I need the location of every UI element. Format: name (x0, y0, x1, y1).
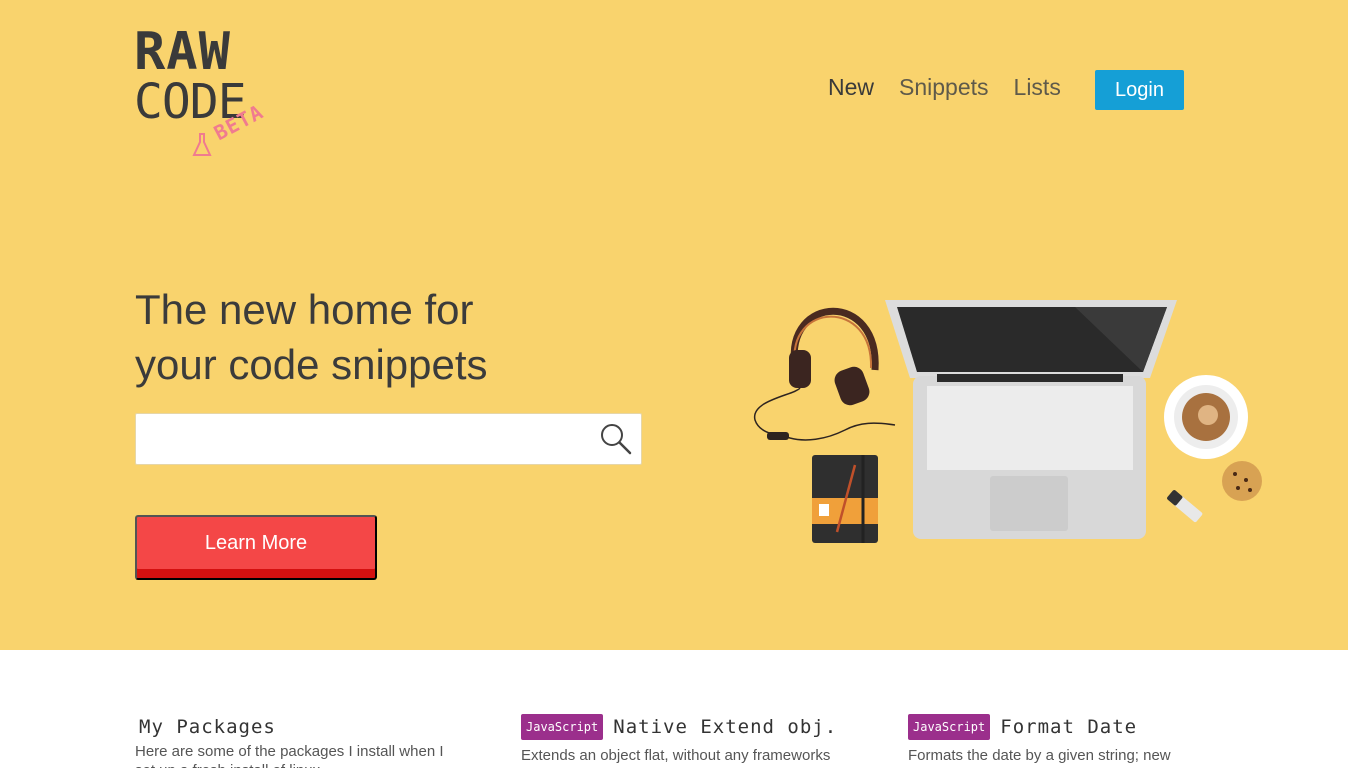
snippet-description: Extends an object flat, without any fram… (521, 747, 831, 768)
learn-more-button[interactable]: Learn More (135, 515, 377, 580)
logo-word-raw: RAW (134, 22, 231, 82)
coffee-cup-illustration (1164, 375, 1248, 459)
snippet-title-row: JavaScript Native Extend obj. (521, 712, 851, 742)
desk-illustration (754, 300, 1262, 543)
snippet-card[interactable]: JavaScript Format Date Formats the date … (908, 712, 1238, 768)
usb-stick-illustration (1167, 490, 1203, 523)
snippet-title[interactable]: Native Extend obj. (613, 716, 837, 738)
snippet-description: Here are some of the packages I install … (135, 743, 444, 768)
nav-item-new[interactable]: New (828, 74, 874, 101)
hero-section: RAW CODE BETA New Snippets Lists Login T… (0, 0, 1348, 650)
flask-icon (192, 133, 212, 156)
snippet-card[interactable]: JavaScript Native Extend obj. Extends an… (521, 712, 851, 768)
notebook-illustration (812, 455, 878, 543)
search-icon[interactable] (599, 422, 633, 456)
search-input[interactable] (136, 414, 576, 464)
hero-headline: The new home for your code snippets (135, 282, 655, 392)
headline-line-2: your code snippets (135, 341, 488, 388)
snippet-title[interactable]: Format Date (1000, 716, 1137, 738)
snippet-title[interactable]: My Packages (139, 716, 276, 738)
cookie-illustration (1222, 461, 1262, 501)
snippet-title-row: JavaScript Format Date (908, 712, 1238, 742)
language-badge: JavaScript (521, 714, 604, 740)
snippet-card[interactable]: My Packages Here are some of the package… (135, 712, 465, 768)
snippet-description: Formats the date by a given string; new … (908, 747, 1171, 768)
headphones-illustration (754, 307, 896, 441)
laptop-illustration (885, 300, 1177, 539)
headline-line-1: The new home for (135, 286, 474, 333)
raw-code-logo[interactable]: RAW CODE BETA (134, 26, 274, 166)
search-box (135, 413, 642, 465)
language-badge: JavaScript (908, 714, 991, 740)
nav-item-lists[interactable]: Lists (1014, 74, 1061, 101)
main-nav: New Snippets Lists (828, 74, 1086, 101)
nav-item-snippets[interactable]: Snippets (899, 74, 989, 101)
snippet-title-row: My Packages (135, 712, 465, 742)
login-button[interactable]: Login (1095, 70, 1184, 110)
